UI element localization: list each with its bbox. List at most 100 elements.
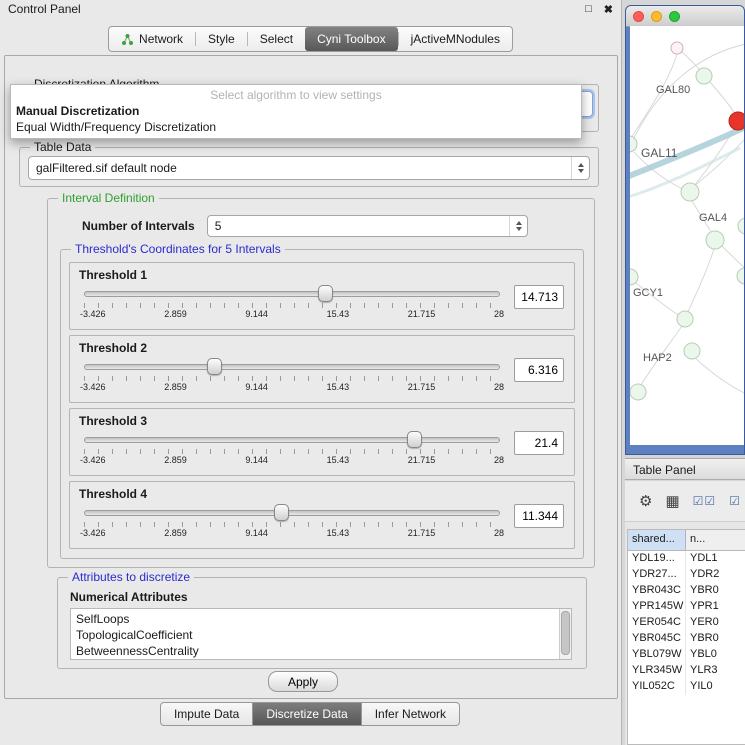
close-traffic-light[interactable]	[633, 11, 644, 22]
gear-icon[interactable]: ⚙	[639, 494, 652, 509]
table-row[interactable]: YDR27...YDR2	[628, 567, 745, 583]
table-cell: YBR043C	[628, 583, 686, 599]
num-intervals-combo[interactable]: 5	[207, 215, 528, 237]
network-node-label: GAL80	[656, 84, 690, 96]
scale-label: 28	[494, 309, 504, 319]
table-cell: YIL052C	[628, 679, 686, 695]
select-all-checkbox-icon[interactable]: ☑☑	[693, 495, 717, 507]
threshold-label: Threshold 4	[70, 482, 574, 504]
column-selector-icon[interactable]: ▦	[665, 494, 679, 509]
threshold-slider[interactable]	[84, 431, 500, 447]
table-row[interactable]: YPR145WYPR1	[628, 599, 745, 615]
apply-button[interactable]: Apply	[268, 671, 338, 692]
scale-label: 2.859	[164, 309, 187, 319]
float-window-icon[interactable]: □	[585, 3, 592, 16]
network-node[interactable]	[696, 68, 712, 84]
threshold-slider[interactable]	[84, 504, 500, 520]
scale-label: -3.426	[80, 382, 106, 392]
table-row[interactable]: YBR043CYBR0	[628, 583, 745, 599]
column-header-shared-name[interactable]: shared...	[628, 530, 686, 550]
slider-thumb[interactable]	[407, 431, 422, 448]
tab-infer-network[interactable]: Infer Network	[361, 702, 460, 726]
network-window-titlebar[interactable]	[626, 6, 744, 27]
table-row[interactable]: YLR345WYLR3	[628, 663, 745, 679]
threshold-value-input[interactable]	[514, 431, 564, 455]
slider-ticks	[84, 303, 500, 308]
threshold-value-input[interactable]	[514, 285, 564, 309]
numerical-attributes-label: Numerical Attributes	[70, 590, 188, 604]
tab-network[interactable]: Network	[109, 27, 195, 51]
threshold-slider[interactable]	[84, 285, 500, 301]
table-cell: YDR2	[686, 567, 745, 583]
list-item[interactable]: BetweennessCentrality	[76, 643, 559, 659]
table-panel-header: Table Panel	[625, 458, 745, 480]
tab-select[interactable]: Select	[248, 27, 305, 51]
slider-thumb[interactable]	[318, 285, 333, 302]
zoom-traffic-light[interactable]	[669, 11, 680, 22]
network-node[interactable]	[706, 231, 724, 249]
column-header-name[interactable]: n...	[686, 530, 745, 550]
table-row[interactable]: YDL19...YDL1	[628, 551, 745, 567]
slider-track[interactable]	[84, 291, 500, 297]
tab-impute-data[interactable]: Impute Data	[160, 702, 253, 726]
threshold-value-input[interactable]	[514, 358, 564, 382]
scale-label: 28	[494, 382, 504, 392]
slider-thumb[interactable]	[274, 504, 289, 521]
tab-style[interactable]: Style	[196, 27, 247, 51]
number-of-intervals-row: Number of Intervals 5	[82, 215, 528, 237]
tab-discretize-data[interactable]: Discretize Data	[252, 702, 361, 726]
table-row[interactable]: YIL052CYIL0	[628, 679, 745, 695]
numerical-attributes-list[interactable]: SelfLoopsTopologicalCoefficientBetweenne…	[70, 608, 572, 660]
table-data-combo[interactable]: galFiltered.sif default node	[28, 156, 590, 180]
slider-track[interactable]	[84, 364, 500, 370]
table-row[interactable]: YER054CYER0	[628, 615, 745, 631]
threshold-panel: Threshold 4 -3.4262.8599.14415.4321.7152…	[69, 481, 575, 549]
dropdown-option-equal-width[interactable]: Equal Width/Frequency Discretization	[11, 119, 581, 135]
network-node[interactable]	[738, 218, 744, 234]
table-cell: YDR27...	[628, 567, 686, 583]
network-node[interactable]	[630, 136, 637, 152]
threshold-label: Threshold 1	[70, 263, 574, 285]
panel-title: Control Panel	[8, 2, 81, 16]
list-item[interactable]: SelfLoops	[76, 611, 559, 627]
checkbox-icon-partial[interactable]: ☑	[729, 495, 741, 507]
close-icon[interactable]: ✖	[604, 3, 613, 16]
table-row[interactable]: YBR045CYBR0	[628, 631, 745, 647]
spinner-icon	[571, 157, 589, 179]
scale-label: 9.144	[245, 382, 268, 392]
scale-label: -3.426	[80, 528, 106, 538]
tab-label: Network	[139, 27, 183, 51]
scrollbar-thumb[interactable]	[561, 611, 570, 655]
slider-track[interactable]	[84, 510, 500, 516]
combo-value: 5	[215, 219, 505, 233]
threshold-value-input[interactable]	[514, 504, 564, 528]
network-node-selected[interactable]	[729, 112, 744, 130]
attributes-group: Attributes to discretize Numerical Attri…	[57, 577, 587, 669]
network-node[interactable]	[681, 183, 699, 201]
network-node[interactable]	[677, 311, 693, 327]
list-item[interactable]: TopologicalCoefficient	[76, 627, 559, 643]
slider-track[interactable]	[84, 437, 500, 443]
list-scrollbar[interactable]	[559, 609, 571, 659]
table-cell: YBL079W	[628, 647, 686, 663]
table-row[interactable]: YBL079WYBL0	[628, 647, 745, 663]
network-node[interactable]	[671, 42, 683, 54]
minimize-traffic-light[interactable]	[651, 11, 662, 22]
network-node[interactable]	[630, 269, 638, 285]
slider-thumb[interactable]	[207, 358, 222, 375]
network-canvas[interactable]: GAL80 GAL11 GAL4 GCY1 HAP2	[630, 26, 744, 445]
network-node[interactable]	[737, 268, 744, 284]
table-cell: YPR1	[686, 599, 745, 615]
table-body: YDL19...YDL1YDR27...YDR2YBR043CYBR0YPR14…	[628, 551, 745, 695]
tab-cyni-toolbox[interactable]: Cyni Toolbox	[305, 27, 397, 51]
slider-scale: -3.4262.8599.14415.4321.71528	[80, 455, 504, 465]
dropdown-option-manual[interactable]: Manual Discretization	[11, 103, 581, 119]
group-label: Interval Definition	[58, 191, 159, 205]
tab-jactivemnodules[interactable]: jActiveMNodules	[399, 27, 512, 51]
threshold-slider[interactable]	[84, 358, 500, 374]
network-node-label: HAP2	[643, 352, 672, 364]
cyni-content: Discretization Algorithm Table Data galF…	[4, 55, 618, 699]
network-node[interactable]	[684, 343, 700, 359]
scale-label: 28	[494, 528, 504, 538]
network-node[interactable]	[630, 384, 646, 400]
